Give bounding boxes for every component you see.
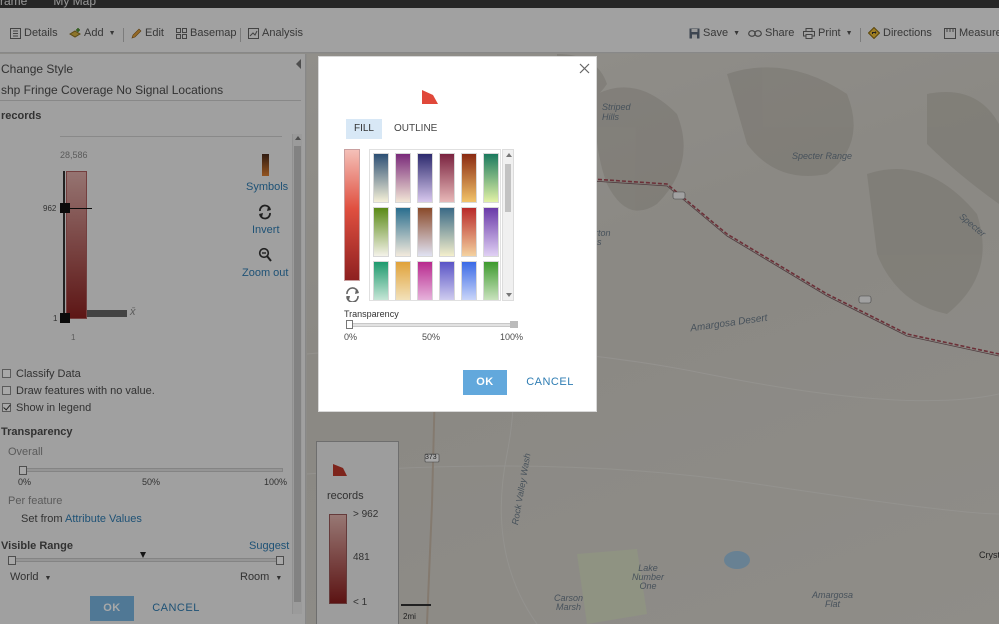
dialog-ok-button[interactable]: OK xyxy=(463,370,507,395)
color-ramp-option[interactable] xyxy=(439,153,455,203)
color-ramp-option[interactable] xyxy=(483,153,499,203)
color-ramp-option[interactable] xyxy=(395,153,411,203)
color-ramp-option[interactable] xyxy=(373,261,389,300)
selected-color-ramp[interactable] xyxy=(344,149,360,281)
color-ramp-option[interactable] xyxy=(373,207,389,257)
color-ramp-option[interactable] xyxy=(373,153,389,203)
symbol-preview-icon xyxy=(422,90,438,104)
dialog-transparency-label: Transparency xyxy=(344,309,399,319)
color-ramp-option[interactable] xyxy=(395,207,411,257)
color-ramp-option[interactable] xyxy=(461,207,477,257)
color-ramp-option[interactable] xyxy=(417,207,433,257)
color-ramp-option[interactable] xyxy=(483,207,499,257)
color-ramp-option[interactable] xyxy=(439,207,455,257)
flip-ramp-icon[interactable] xyxy=(344,287,361,302)
scroll-down-icon[interactable] xyxy=(506,293,512,297)
color-ramp-option[interactable] xyxy=(395,261,411,300)
color-ramp-option[interactable] xyxy=(461,261,477,300)
dialog-cancel-button[interactable]: CANCEL xyxy=(522,370,578,395)
dialog-tick-50: 50% xyxy=(422,332,441,342)
tab-outline[interactable]: OUTLINE xyxy=(394,119,437,139)
color-ramp-grid[interactable] xyxy=(369,149,501,301)
symbol-style-dialog: FILL OUTLINE Transparency 0% 50% 100% OK… xyxy=(318,56,597,412)
ramp-grid-scrollbar[interactable] xyxy=(502,149,514,301)
color-ramp-option[interactable] xyxy=(417,261,433,300)
color-ramp-option[interactable] xyxy=(439,261,455,300)
slider-end-cap xyxy=(510,321,518,328)
close-icon[interactable] xyxy=(579,63,590,74)
dialog-tick-100: 100% xyxy=(500,332,524,342)
tab-fill[interactable]: FILL xyxy=(346,119,382,139)
dialog-transparency-thumb[interactable] xyxy=(346,320,353,329)
dialog-tick-0: 0% xyxy=(344,332,358,342)
color-ramp-option[interactable] xyxy=(461,153,477,203)
dialog-transparency-slider[interactable] xyxy=(346,323,518,327)
color-ramp-option[interactable] xyxy=(417,153,433,203)
scroll-up-icon[interactable] xyxy=(506,153,512,157)
ramp-scroll-thumb[interactable] xyxy=(505,164,511,212)
color-ramp-option[interactable] xyxy=(483,261,499,300)
